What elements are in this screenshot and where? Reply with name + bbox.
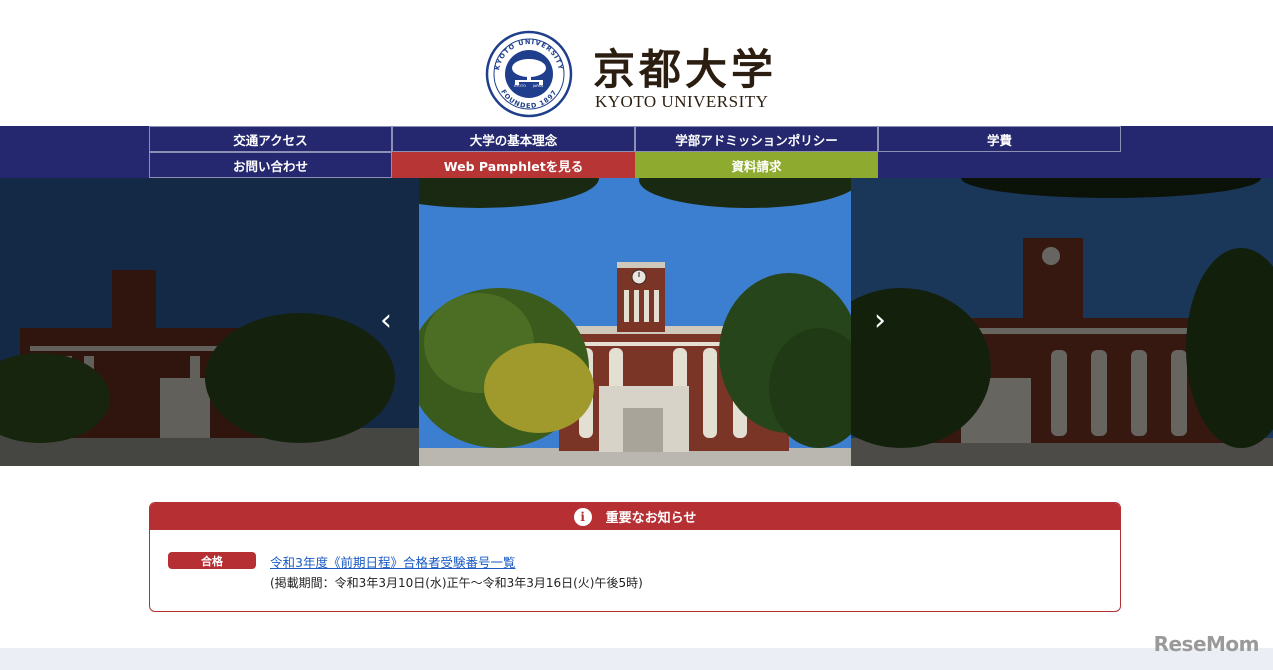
important-notice: i 重要なお知らせ 合格 令和3年度《前期日程》合格者受験番号一覧 (掲載期間：… xyxy=(149,502,1121,612)
carousel-slide-prev[interactable] xyxy=(0,178,419,466)
results-link[interactable]: 令和3年度《前期日程》合格者受験番号一覧 xyxy=(270,552,515,571)
nav-item-tuition[interactable]: 学費 xyxy=(878,126,1121,152)
seal-inner-right: JAPAN xyxy=(532,84,544,88)
carousel-next-button[interactable]: › xyxy=(874,306,886,336)
notice-period: (掲載期間：令和3年3月10日(水)正午〜令和3年3月16日(火)午後5時) xyxy=(270,576,643,590)
status-badge: 合格 xyxy=(168,552,256,569)
university-name-english: KYOTO UNIVERSITY xyxy=(595,92,769,111)
main-nav: 交通アクセス 大学の基本理念 学部アドミッションポリシー 学費 お問い合わせ W… xyxy=(0,126,1273,178)
nav-item-philosophy[interactable]: 大学の基本理念 xyxy=(392,126,635,152)
university-logo[interactable]: KYOTO UNIVERSITY FOUNDED 1897 KYOTO JAPA… xyxy=(485,30,785,120)
seal-inner-left: KYOTO xyxy=(514,84,526,88)
info-icon: i xyxy=(573,507,592,526)
nav-item-empty xyxy=(878,152,1121,178)
footer-band xyxy=(0,648,1273,670)
watermark-logo: ReseMom xyxy=(1153,632,1260,656)
nav-item-request-materials[interactable]: 資料請求 xyxy=(635,152,878,178)
nav-item-contact[interactable]: お問い合わせ xyxy=(149,152,392,178)
university-name-kanji: 京都大学 xyxy=(593,45,778,94)
site-header: KYOTO UNIVERSITY FOUNDED 1897 KYOTO JAPA… xyxy=(0,0,1273,126)
nav-item-admission-policy[interactable]: 学部アドミッションポリシー xyxy=(635,126,878,152)
carousel-prev-button[interactable]: ‹ xyxy=(380,306,392,336)
nav-item-web-pamphlet[interactable]: Web Pamphletを見る xyxy=(392,152,635,178)
nav-item-access[interactable]: 交通アクセス xyxy=(149,126,392,152)
university-seal-icon: KYOTO UNIVERSITY FOUNDED 1897 KYOTO JAPA… xyxy=(485,30,573,118)
notice-title: 重要なお知らせ xyxy=(605,511,697,526)
notice-header: i 重要なお知らせ xyxy=(150,503,1120,530)
carousel-slide-next[interactable] xyxy=(851,178,1273,466)
hero-carousel: ‹ › xyxy=(0,178,1273,466)
carousel-slide-current[interactable] xyxy=(419,178,851,466)
